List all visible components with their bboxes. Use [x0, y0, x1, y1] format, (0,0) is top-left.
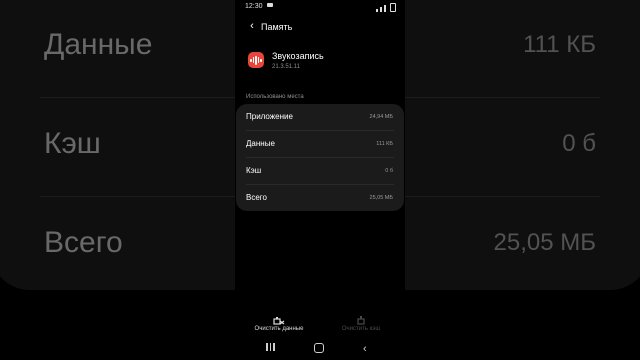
- recent-apps-icon[interactable]: [266, 343, 275, 351]
- video-icon: [267, 3, 274, 7]
- status-time: 12:30: [245, 3, 263, 10]
- signal-icon: [380, 7, 382, 12]
- status-bar: 12:30: [245, 3, 274, 10]
- storage-row-cache: Кэш 0 б: [236, 158, 404, 184]
- back-icon[interactable]: ‹: [363, 343, 367, 355]
- status-indicators: [376, 3, 396, 12]
- storage-row-label: Приложение: [246, 112, 293, 121]
- app-version: 21.3.51.11: [272, 64, 300, 70]
- clear-cache-button[interactable]: Очистить кэш: [326, 312, 396, 332]
- phone-screen: 12:30 ‹ Память Звукозапись 21.3.51.11 Ис…: [235, 0, 405, 360]
- signal-icon: [384, 5, 386, 12]
- storage-row-app: Приложение 24,94 МБ: [236, 104, 404, 130]
- navigation-bar: ‹: [235, 340, 405, 358]
- storage-row-label: Всего: [246, 193, 267, 202]
- clear-cache-icon: [355, 312, 367, 325]
- page-title: Память: [261, 22, 293, 32]
- storage-row-value: 0 б: [385, 168, 393, 174]
- storage-row-value: 25,05 МБ: [369, 195, 393, 201]
- storage-card: Приложение 24,94 МБ Данные 111 КБ Кэш 0 …: [236, 104, 404, 211]
- clear-data-icon: [273, 312, 285, 325]
- storage-row-label: Кэш: [246, 166, 262, 175]
- chevron-left-icon[interactable]: ‹: [245, 19, 259, 33]
- storage-row-data: Данные 111 КБ: [236, 131, 404, 157]
- battery-icon: [390, 3, 396, 12]
- clear-data-label: Очистить данные: [254, 326, 304, 332]
- home-icon[interactable]: [314, 343, 324, 353]
- clear-cache-label: Очистить кэш: [341, 326, 381, 332]
- storage-row-value: 24,94 МБ: [369, 114, 393, 120]
- clear-data-button[interactable]: Очистить данные: [244, 312, 314, 332]
- section-label: Использовано места: [246, 94, 304, 100]
- storage-row-total: Всего 25,05 МБ: [236, 185, 404, 211]
- app-name: Звукозапись: [272, 51, 324, 61]
- signal-icon: [376, 9, 378, 12]
- storage-row-value: 111 КБ: [376, 141, 393, 147]
- storage-row-label: Данные: [246, 139, 275, 148]
- sound-wave-icon: [248, 52, 264, 68]
